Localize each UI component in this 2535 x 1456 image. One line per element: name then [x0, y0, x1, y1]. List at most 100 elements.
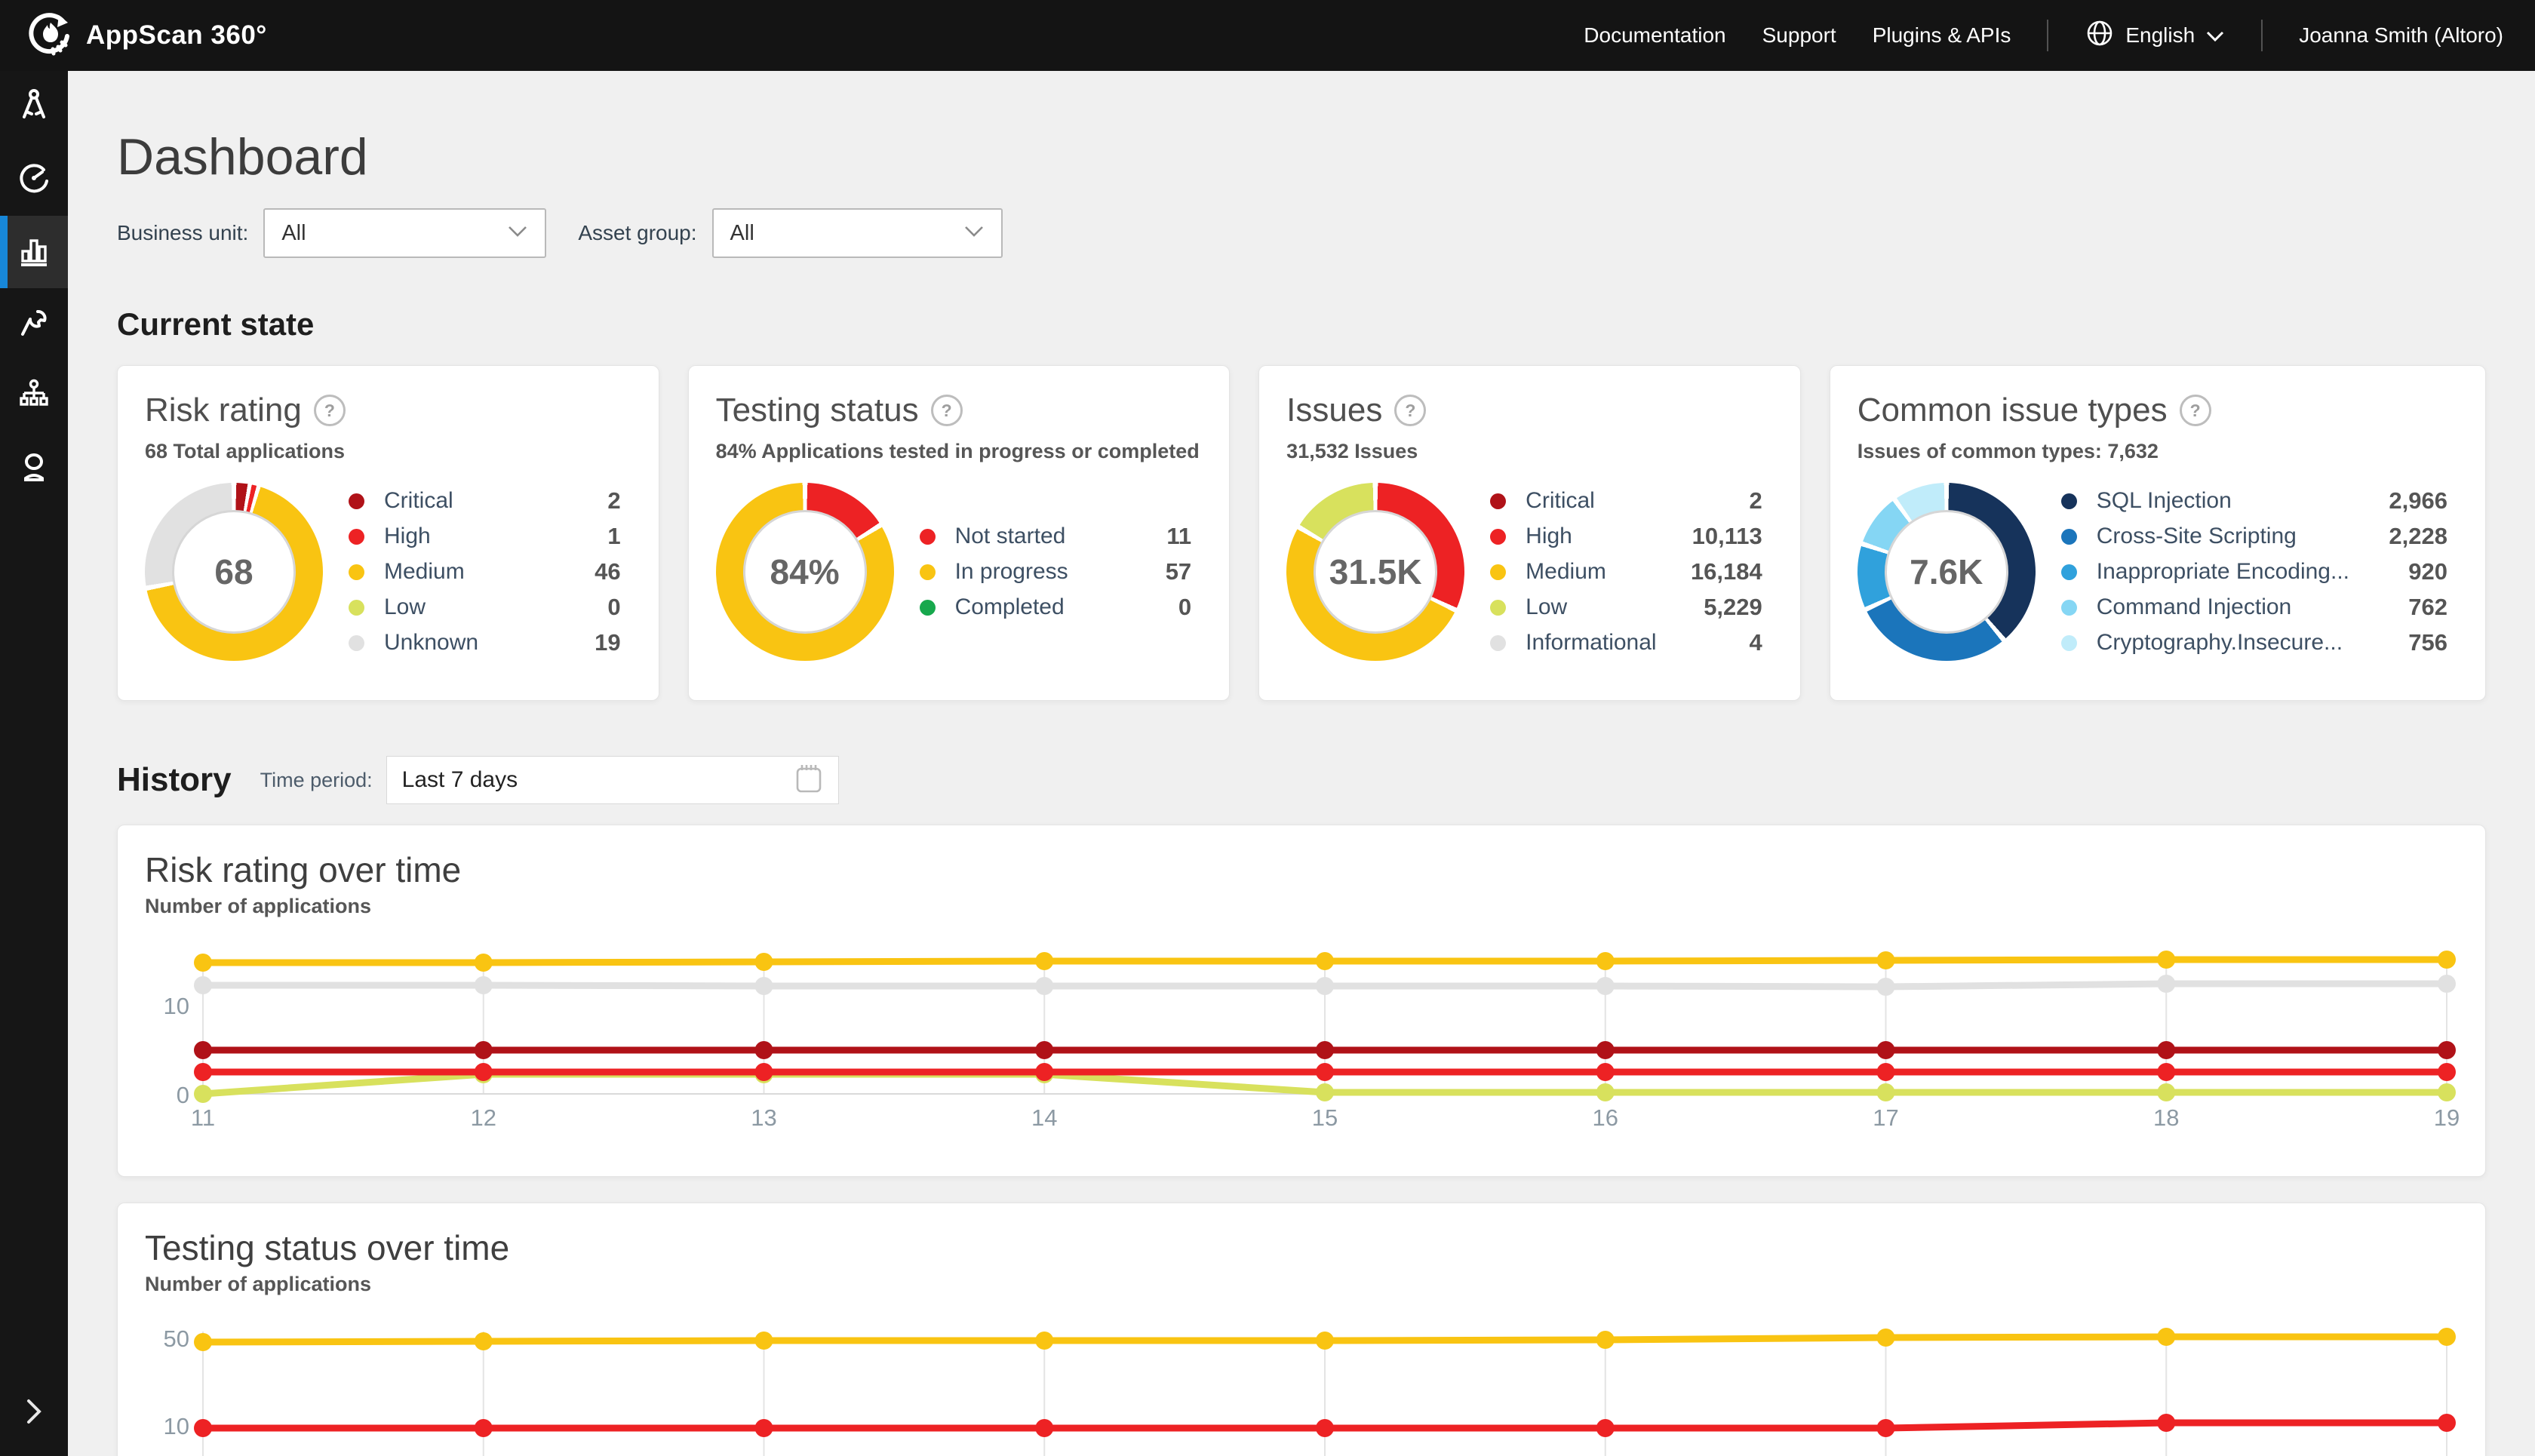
legend-label: Inappropriate Encoding...: [2097, 559, 2349, 585]
sidebar-item-users[interactable]: [0, 433, 68, 505]
data-point: [1877, 1419, 1895, 1437]
data-point: [475, 1063, 493, 1081]
risk-rating-over-time-chart: 100111213141516171819: [118, 923, 2487, 1150]
legend-item: In progress57: [920, 554, 1192, 590]
sidebar-expand-button[interactable]: [0, 1387, 68, 1439]
hierarchy-icon: [17, 378, 51, 416]
business-unit-value: All: [281, 221, 507, 246]
page-title: Dashboard: [117, 127, 2486, 187]
data-point: [194, 954, 212, 972]
legend-label: Cross-Site Scripting: [2097, 524, 2349, 549]
legend-value: 2,966: [2357, 487, 2447, 515]
data-point: [2157, 1328, 2175, 1346]
issues-donut: 31.5K: [1286, 483, 1464, 661]
chart-y-axis-label: Number of applications: [145, 1273, 371, 1296]
data-point: [2157, 1041, 2175, 1059]
data-point: [2438, 1328, 2456, 1346]
nav-link-documentation[interactable]: Documentation: [1584, 23, 1725, 48]
legend-value: 2: [1672, 487, 1762, 515]
legend-item: Command Injection762: [2061, 590, 2447, 625]
data-point: [475, 976, 493, 994]
x-tick-label: 13: [751, 1104, 776, 1131]
legend-item: Cryptography.Insecure...756: [2061, 625, 2447, 661]
nav-link-plugins-apis[interactable]: Plugins & APIs: [1873, 23, 2011, 48]
testing-status-legend: Not started11In progress57Completed0: [920, 519, 1203, 625]
data-point: [1316, 1063, 1334, 1081]
legend-dot-icon: [349, 635, 364, 651]
data-point: [1596, 1041, 1615, 1059]
business-unit-select[interactable]: All: [263, 208, 546, 258]
data-point: [1596, 1083, 1615, 1101]
data-point: [1877, 1329, 1895, 1347]
x-tick-label: 16: [1593, 1104, 1618, 1131]
data-point: [1596, 1419, 1615, 1437]
gridlines: [203, 1332, 2447, 1456]
donut-center-value: 84%: [770, 551, 840, 592]
data-point: [475, 954, 493, 972]
data-point: [1877, 1083, 1895, 1101]
data-point: [475, 1332, 493, 1350]
series-unknown: [194, 975, 2456, 996]
sidebar-item-scans[interactable]: [0, 143, 68, 216]
data-point: [2438, 1063, 2456, 1081]
user-menu[interactable]: Joanna Smith (Altoro): [2299, 23, 2503, 48]
help-icon[interactable]: ?: [2180, 395, 2211, 426]
series-medium: [194, 951, 2456, 972]
asset-group-select[interactable]: All: [712, 208, 1003, 258]
current-state-heading: Current state: [117, 306, 2486, 342]
sidebar-item-dashboard[interactable]: [0, 216, 68, 288]
time-period-value: Last 7 days: [402, 767, 794, 793]
legend-item: Medium46: [349, 554, 621, 590]
language-selector[interactable]: English: [2085, 18, 2225, 54]
calendar-icon[interactable]: [794, 763, 823, 798]
help-icon[interactable]: ?: [314, 395, 346, 426]
card-subtitle: Issues of common types: 7,632: [1857, 440, 2458, 463]
data-point: [2438, 951, 2456, 969]
chart-y-axis-label: Number of applications: [145, 895, 371, 918]
sidebar-item-organization[interactable]: [0, 361, 68, 433]
legend-value: 57: [1101, 558, 1191, 585]
series-high: [194, 1063, 2456, 1081]
donut-center-value: 31.5K: [1329, 551, 1422, 592]
legend-label: SQL Injection: [2097, 488, 2349, 514]
y-tick-label: 10: [164, 993, 189, 1019]
legend-value: 1: [530, 523, 621, 550]
data-point: [1316, 952, 1334, 970]
legend-dot-icon: [1490, 635, 1506, 651]
y-tick-label: 10: [164, 1413, 189, 1439]
sidebar-item-tools[interactable]: [0, 288, 68, 361]
card-title: Issues: [1286, 392, 1382, 429]
brand[interactable]: AppScan 360°: [29, 12, 267, 60]
business-unit-label: Business unit:: [117, 221, 248, 245]
nav-link-support[interactable]: Support: [1762, 23, 1836, 48]
legend-label: High: [1526, 524, 1664, 549]
legend-value: 920: [2357, 558, 2447, 585]
top-nav-bar: AppScan 360° Documentation Support Plugi…: [0, 0, 2535, 71]
main-content: Dashboard Business unit: All Asset group…: [68, 71, 2535, 1456]
data-point: [1316, 1041, 1334, 1059]
x-tick-label: 11: [191, 1104, 215, 1131]
x-tick-label: 17: [1873, 1104, 1898, 1131]
time-period-input[interactable]: Last 7 days: [386, 756, 839, 804]
common-issue-types-legend: SQL Injection2,966Cross-Site Scripting2,…: [2061, 484, 2458, 661]
filters-row: Business unit: All Asset group: All: [117, 208, 2486, 258]
legend-label: High: [384, 524, 523, 549]
data-point: [755, 953, 773, 971]
legend-dot-icon: [920, 529, 936, 545]
x-tick-label: 18: [2153, 1104, 2179, 1131]
sidebar-item-applications[interactable]: [0, 71, 68, 143]
help-icon[interactable]: ?: [1394, 395, 1426, 426]
legend-value: 2: [530, 487, 621, 515]
legend-label: Cryptography.Insecure...: [2097, 630, 2349, 656]
legend-value: 19: [530, 629, 621, 656]
data-point: [475, 1419, 493, 1437]
x-tick-label: 19: [2434, 1104, 2460, 1131]
legend-value: 4: [1672, 629, 1762, 656]
testing-status-over-time-chart: 5010: [118, 1301, 2487, 1456]
data-point: [755, 1419, 773, 1437]
risk-rating-card: Risk rating ? 68 Total applications 68 C…: [117, 365, 659, 701]
legend-dot-icon: [1490, 493, 1506, 509]
chart-title: Risk rating over time: [145, 849, 461, 890]
help-icon[interactable]: ?: [931, 395, 963, 426]
legend-label: Not started: [955, 524, 1094, 549]
